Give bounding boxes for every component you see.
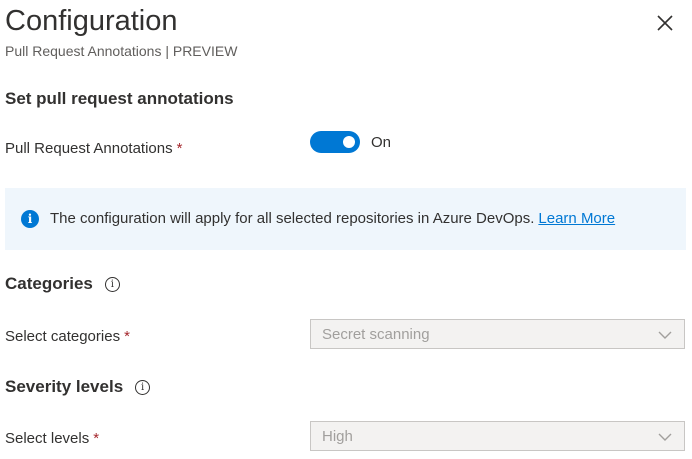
categories-label: Select categories *	[5, 327, 130, 347]
chevron-down-icon	[658, 433, 672, 441]
close-button[interactable]	[652, 10, 678, 36]
categories-info-icon[interactable]: i	[104, 276, 120, 292]
categories-heading: Categories i	[5, 273, 120, 295]
severity-dropdown-value: High	[322, 428, 353, 445]
section-heading: Set pull request annotations	[5, 89, 234, 108]
info-icon: i	[21, 210, 39, 228]
severity-label-text: Select levels	[5, 430, 90, 447]
categories-heading-text: Categories	[5, 274, 93, 293]
pr-annotations-label-text: Pull Request Annotations	[5, 140, 173, 157]
severity-label: Select levels *	[5, 429, 99, 449]
categories-dropdown-value: Secret scanning	[322, 326, 430, 343]
severity-dropdown[interactable]: High	[310, 421, 685, 451]
info-message-bar: i The configuration will apply for all s…	[5, 188, 686, 250]
required-mark: *	[124, 328, 130, 345]
categories-dropdown[interactable]: Secret scanning	[310, 319, 685, 349]
pr-annotations-label: Pull Request Annotations *	[5, 139, 182, 159]
categories-label-text: Select categories	[5, 328, 121, 345]
required-mark: *	[176, 140, 183, 157]
toggle-knob	[343, 136, 355, 148]
pr-annotations-toggle[interactable]	[310, 131, 360, 153]
info-message-text: The configuration will apply for all sel…	[50, 210, 535, 227]
learn-more-link[interactable]: Learn More	[538, 210, 615, 227]
close-icon	[657, 15, 673, 31]
page-title: Configuration	[5, 5, 178, 37]
page-subtitle: Pull Request Annotations | PREVIEW	[5, 43, 238, 59]
toggle-state-label: On	[371, 134, 392, 151]
severity-info-icon[interactable]: i	[135, 379, 151, 395]
required-mark: *	[93, 430, 100, 447]
severity-heading-text: Severity levels	[5, 377, 124, 396]
info-message: The configuration will apply for all sel…	[50, 209, 615, 229]
chevron-down-icon	[658, 331, 672, 339]
severity-heading: Severity levels i	[5, 376, 151, 398]
